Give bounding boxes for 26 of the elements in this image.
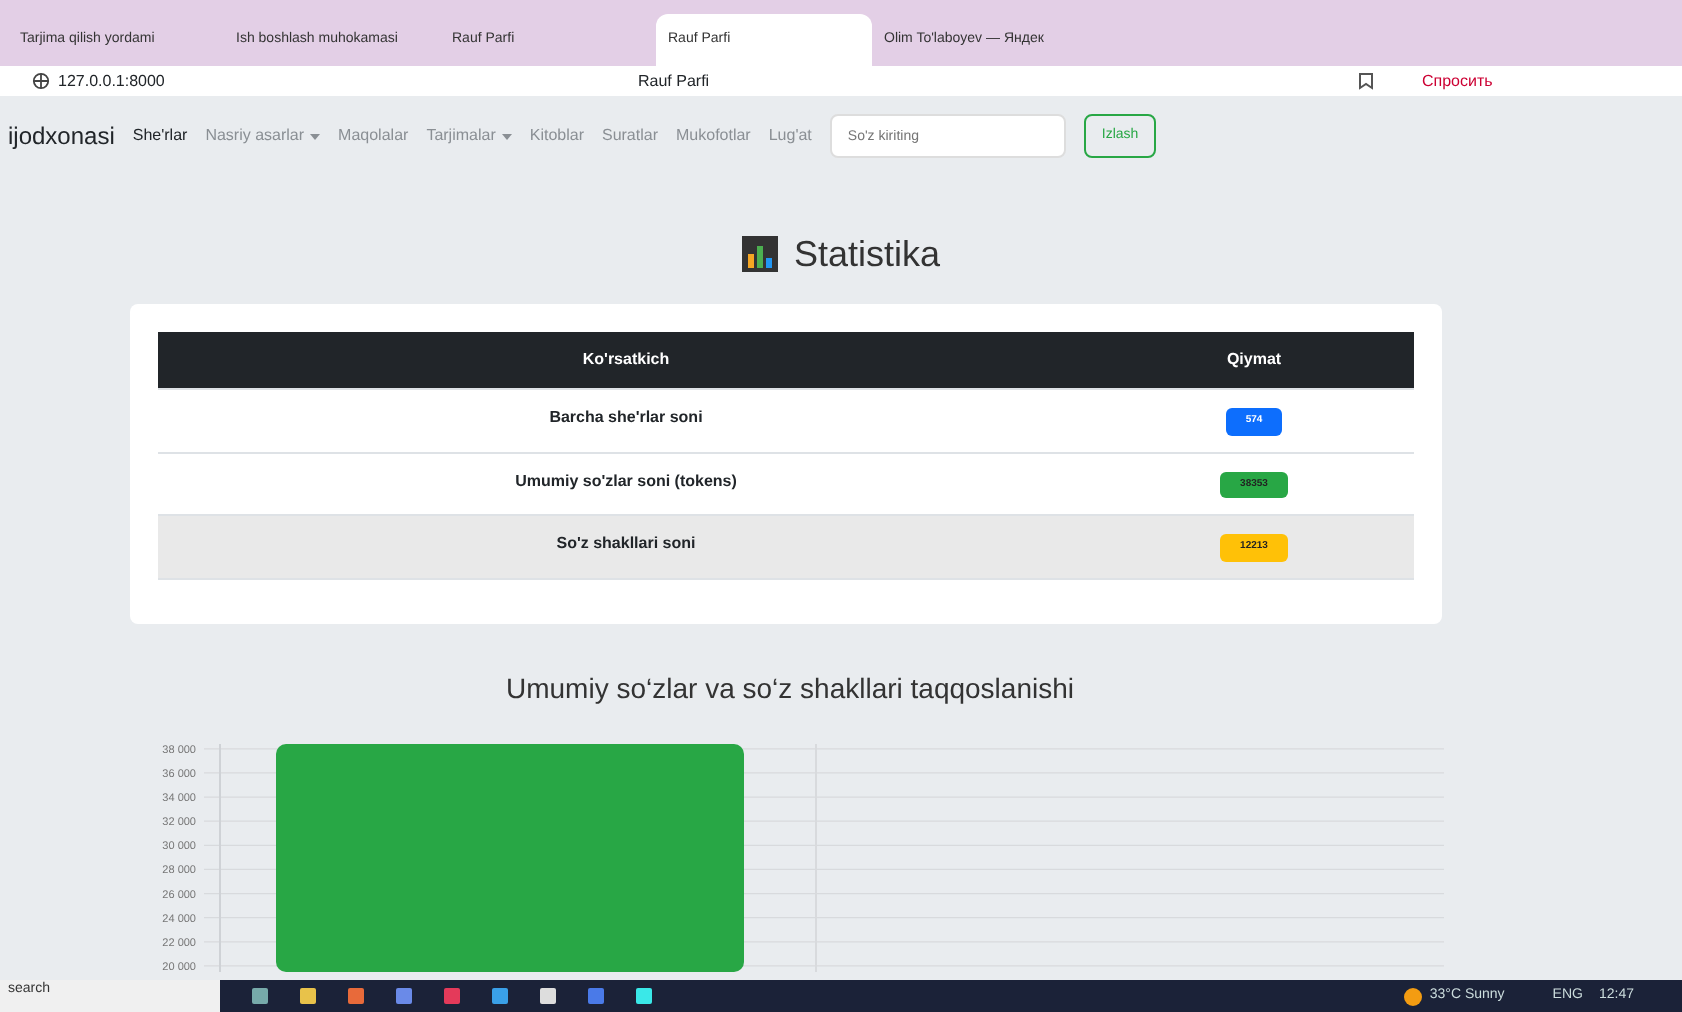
taskbar-app-icon[interactable] xyxy=(348,988,364,1004)
taskbar-app-icon[interactable] xyxy=(444,988,460,1004)
taskbar-app-icon[interactable] xyxy=(540,988,556,1004)
page-title: Rauf Parfi xyxy=(638,69,712,93)
caret-icon[interactable] xyxy=(501,133,512,139)
page-heading: Statistika xyxy=(793,231,941,277)
taskbar-app-icon[interactable] xyxy=(636,988,652,1004)
table-cell: Barcha she'rlar soni xyxy=(158,389,1094,452)
taskbar-app-icon[interactable] xyxy=(396,988,412,1004)
weather-icon xyxy=(1403,987,1422,1005)
taskbar-app-icon[interactable] xyxy=(588,988,604,1004)
column-header: Qiymat xyxy=(1094,332,1414,389)
address-field[interactable]: 127.0.0.1:8000 xyxy=(58,69,638,93)
taskbar-app-icon[interactable] xyxy=(252,988,268,1004)
brand-name[interactable]: ijodxonasi xyxy=(8,118,115,154)
column-header: Ko'rsatkich xyxy=(158,332,1094,389)
chart-title: Umumiy so‘zlar va so‘z shakllari taqqoslanishi xyxy=(506,671,1074,703)
chart-icon xyxy=(741,236,778,272)
nav-link[interactable]: She'rlar xyxy=(132,124,188,148)
taskbar-app-icon[interactable] xyxy=(492,988,508,1004)
taskbar-app-icon[interactable] xyxy=(300,988,316,1004)
ask-button[interactable]: Спросить xyxy=(1422,69,1493,93)
bookmark-icon[interactable] xyxy=(1358,72,1374,90)
caret-icon[interactable] xyxy=(310,133,321,139)
table-cell: So'z shakllari soni xyxy=(158,515,1094,578)
globe-icon xyxy=(32,72,50,90)
